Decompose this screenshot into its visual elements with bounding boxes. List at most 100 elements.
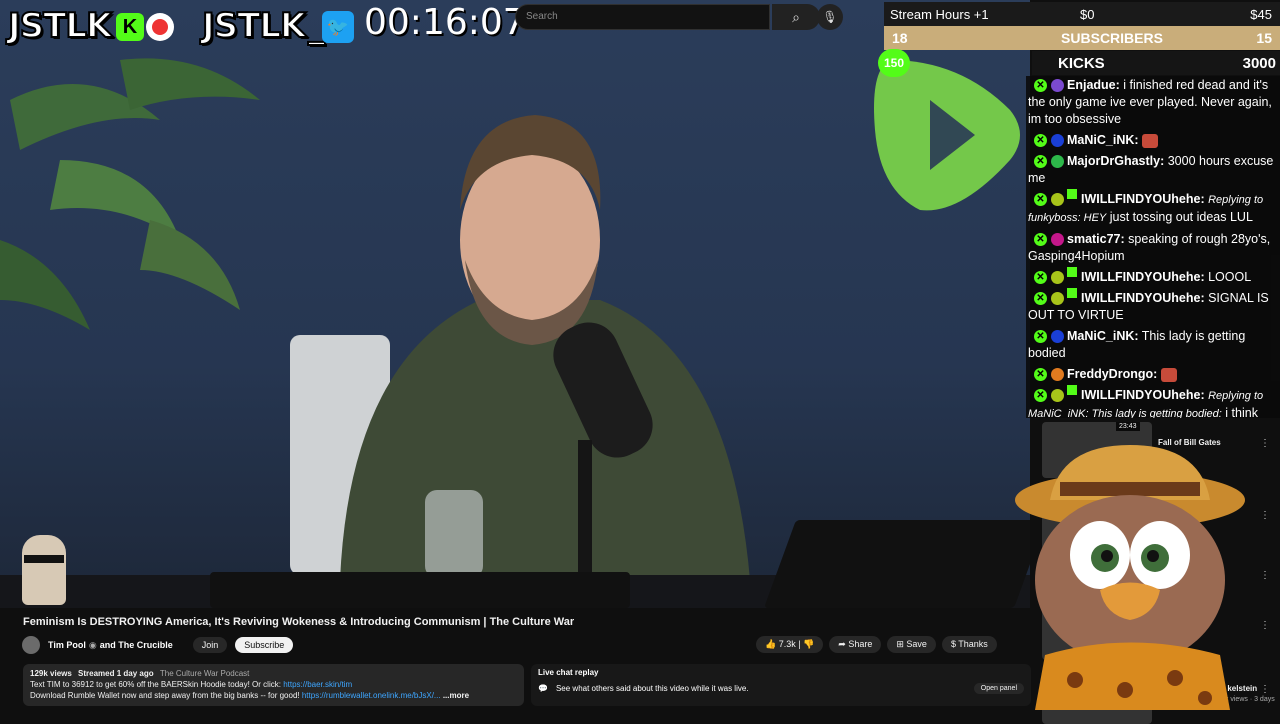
chat-bubble-icon: 💬 — [538, 684, 548, 693]
video-player[interactable] — [0, 0, 1030, 608]
goal-subscribers: 18 SUBSCRIBERS 15 — [884, 26, 1280, 50]
subscriber-badge-icon — [1067, 267, 1077, 277]
mod-badge-icon: ✕ — [1034, 155, 1047, 169]
video-title: Feminism Is DESTROYING America, It's Rev… — [23, 616, 575, 628]
laptop-left — [210, 572, 630, 608]
livechat-title: Live chat replay — [538, 668, 599, 677]
chat-username[interactable]: IWILLFINDYOUhehe: — [1081, 291, 1205, 305]
mod-badge-icon: ✕ — [1034, 271, 1047, 285]
share-button[interactable]: ➦ Share — [829, 636, 882, 653]
figurine — [22, 535, 66, 605]
channel-avatar[interactable] — [22, 636, 40, 654]
chat-text: speaking of rough 28yo's, Gasping4Hopium — [1028, 232, 1271, 263]
kick-chat-overlay: ✕ Enjadue: i finished red dead and it's t… — [1026, 76, 1280, 418]
share-label: Share — [848, 639, 873, 649]
more-link[interactable]: ...more — [443, 691, 469, 700]
join-button[interactable]: Join — [192, 637, 228, 653]
chat-message: ✕ FreddyDrongo: — [1026, 365, 1280, 386]
desc-link-2[interactable]: https://rumblewallet.onelink.me/bJsX/... — [302, 691, 441, 700]
user-badge-icon — [1051, 233, 1064, 247]
chat-username[interactable]: IWILLFINDYOUhehe: — [1081, 270, 1205, 284]
like-count: 7.3k — [778, 639, 796, 649]
mod-badge-icon: ✕ — [1034, 330, 1047, 344]
goal-kicks-left: 150 — [878, 49, 910, 77]
goal-subs-label: SUBSCRIBERS — [1061, 30, 1163, 46]
goal-subs-left: 18 — [892, 30, 908, 46]
mod-badge-icon: ✕ — [1034, 134, 1047, 148]
like-button[interactable]: 👍 7.3k | 👎 — [756, 636, 824, 653]
chat-username[interactable]: IWILLFINDYOUhehe: — [1081, 388, 1205, 402]
chat-message: ✕ Enjadue: i finished red dead and it's t… — [1026, 76, 1280, 131]
verified-icon: ◉ — [88, 639, 97, 650]
user-badge-icon — [1051, 330, 1064, 344]
mod-badge-icon: ✕ — [1034, 292, 1047, 306]
chat-message: ✕ IWILLFINDYOUhehe: Replying to MaNiC_iNK… — [1026, 385, 1280, 418]
user-badge-icon — [1051, 155, 1064, 169]
chat-message: ✕ MajorDrGhastly: 3000 hours excuse me — [1026, 152, 1280, 190]
chat-message: ✕ MaNiC_iNK: — [1026, 131, 1280, 152]
view-count: 129k views — [30, 669, 72, 678]
more-vert-icon[interactable]: ⋮ — [1260, 570, 1270, 581]
more-vert-icon[interactable]: ⋮ — [1260, 684, 1270, 695]
desc-line-2: Download Rumble Wallet now and step away… — [30, 691, 300, 700]
more-vert-icon[interactable]: ⋮ — [1260, 620, 1270, 631]
subscribe-button[interactable]: Subscribe — [235, 637, 294, 653]
search-icon[interactable]: ⌕ — [772, 4, 820, 30]
record-icon — [146, 13, 174, 41]
desc-link-1[interactable]: https://baer.skin/tim — [283, 680, 352, 689]
goal-kicks-right: 3000 — [1242, 55, 1276, 72]
youtube-topbar: Search ⌕ 🎙 — [515, 0, 885, 32]
goal-subs-right: 15 — [1256, 30, 1272, 46]
chat-username[interactable]: MaNiC_iNK: — [1067, 133, 1139, 147]
thanks-label: Thanks — [958, 639, 988, 649]
goal-hours-current: $0 — [1080, 6, 1095, 22]
live-chat-replay: Live chat replay 💬 See what others said … — [531, 664, 1031, 706]
chat-emote-icon — [1142, 133, 1159, 148]
host-person — [340, 115, 750, 580]
mic-icon[interactable]: 🎙 — [817, 4, 843, 30]
search-input[interactable]: Search — [515, 4, 770, 30]
mic-stand — [578, 440, 592, 590]
chat-message: ✕ IWILLFINDYOUhehe: Replying to funkyboss… — [1026, 189, 1280, 230]
desc-line-1: Text TIM to 36912 to get 60% off the BAE… — [30, 680, 281, 689]
mod-badge-icon: ✕ — [1034, 79, 1047, 93]
channel-name[interactable]: Tim Pool — [48, 640, 86, 650]
subscriber-badge-icon — [1067, 288, 1077, 298]
brand-kick-text: JSTLK — [7, 5, 113, 47]
thumbs-down-icon[interactable]: 👎 — [803, 639, 814, 649]
thanks-button[interactable]: $ Thanks — [941, 636, 997, 653]
goal-hours-target: $45 — [1250, 6, 1272, 22]
kick-logo-icon: K — [116, 13, 144, 41]
chat-username[interactable]: smatic77: — [1067, 232, 1125, 246]
stream-timer: 00:16:07 — [364, 2, 526, 43]
save-icon: ⊞ — [896, 639, 907, 649]
subscriber-badge-icon — [1067, 385, 1077, 395]
chat-text: i finished red dead and it's the only ga… — [1028, 78, 1272, 126]
chat-username[interactable]: MaNiC_iNK: — [1067, 329, 1139, 343]
chat-emote-icon — [1160, 367, 1177, 382]
podcast-tag[interactable]: The Culture War Podcast — [160, 669, 250, 678]
user-badge-icon — [1051, 368, 1064, 382]
description-box[interactable]: 129k views Streamed 1 day ago The Cultur… — [23, 664, 524, 706]
brand-twitter-text: JSTLK — [201, 5, 307, 47]
chat-username[interactable]: FreddyDrongo: — [1067, 367, 1157, 381]
bird-mascot-avatar — [1015, 445, 1245, 710]
goal-kicks-bar: KICKS 3000 — [1032, 51, 1280, 75]
more-vert-icon[interactable]: ⋮ — [1260, 438, 1270, 449]
chat-text: just tossing out ideas LUL — [1109, 210, 1253, 224]
chat-username[interactable]: Enjadue: — [1067, 78, 1120, 92]
user-badge-icon — [1051, 292, 1064, 306]
channel-collab[interactable]: and The Crucible — [100, 640, 173, 650]
chat-username[interactable]: IWILLFINDYOUhehe: — [1081, 192, 1205, 206]
chat-message: ✕ smatic77: speaking of rough 28yo's, Gas… — [1026, 230, 1280, 268]
chat-message: ✕ IWILLFINDYOUhehe: SIGNAL IS OUT TO VIRT… — [1026, 288, 1280, 327]
mod-badge-icon: ✕ — [1034, 389, 1047, 403]
mod-badge-icon: ✕ — [1034, 233, 1047, 247]
goal-kicks-label: KICKS — [1058, 55, 1105, 72]
chat-username[interactable]: MajorDrGhastly: — [1067, 154, 1164, 168]
more-vert-icon[interactable]: ⋮ — [1260, 510, 1270, 521]
user-badge-icon — [1051, 79, 1064, 93]
save-button[interactable]: ⊞ Save — [887, 636, 936, 653]
twitter-bird-icon: 🐦 — [322, 11, 354, 43]
goal-hours-label: Stream Hours +1 — [890, 6, 989, 22]
